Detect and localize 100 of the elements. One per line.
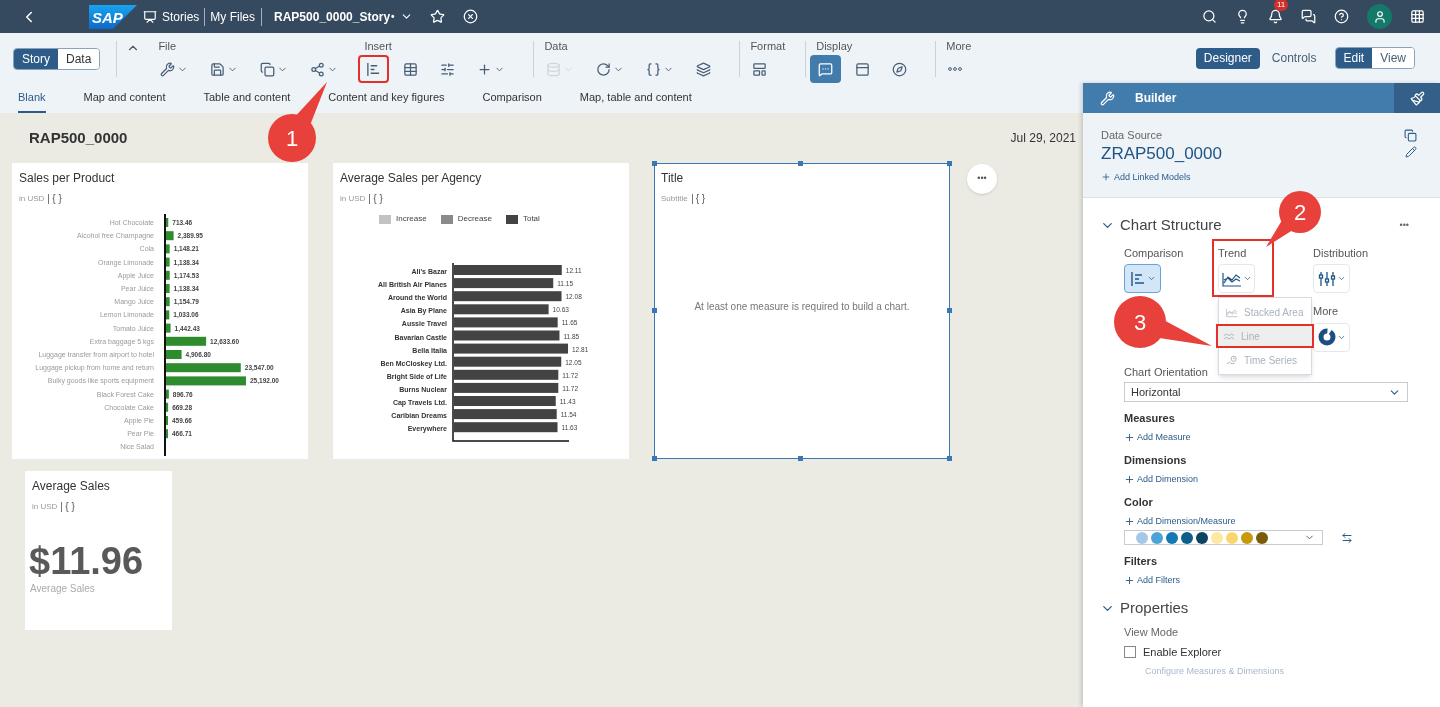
story-card[interactable]: Average Sales in USD { } $11.96 Average Sales — [25, 471, 172, 630]
notification-icon[interactable] — [1268, 9, 1283, 24]
legend-label: Total — [522, 213, 540, 225]
section-title: Chart Structure — [1120, 215, 1222, 235]
card-menu-button[interactable]: ••• — [967, 164, 997, 194]
add-link[interactable]: Add Measure — [1124, 430, 1191, 444]
section-heading: Measures — [1124, 411, 1175, 426]
segment-tab[interactable]: View — [1372, 48, 1414, 68]
checkbox[interactable] — [1124, 646, 1136, 659]
section-heading: Color — [1124, 495, 1153, 510]
group-label: Insert — [364, 40, 393, 53]
breadcrumb-link[interactable]: Stories — [162, 7, 206, 26]
area-chart-icon — [1226, 306, 1238, 318]
add-link[interactable]: Add Dimension/Measure — [1124, 514, 1236, 528]
bar — [166, 389, 169, 399]
plus-icon — [1101, 172, 1111, 183]
template-tab[interactable]: Map and content — [83, 83, 166, 113]
star-icon[interactable] — [429, 9, 445, 24]
bar — [166, 350, 182, 359]
story-card[interactable] — [333, 163, 629, 459]
category-label: Trend — [1218, 245, 1247, 261]
section-menu[interactable]: ••• — [1399, 218, 1409, 232]
orientation-select[interactable]: Horizontal — [1124, 382, 1408, 402]
apps-icon[interactable] — [1410, 9, 1425, 24]
resize-handle[interactable] — [798, 456, 803, 461]
story-title: RAP500_0000_Story — [274, 8, 391, 26]
resize-handle[interactable] — [652, 161, 657, 166]
legend-label: Decrease — [457, 213, 492, 225]
mode-tab[interactable]: Controls — [1263, 47, 1325, 69]
bar — [166, 284, 170, 293]
category-label: More — [1313, 304, 1339, 319]
segment-tab[interactable]: Edit — [1335, 48, 1373, 68]
caret-icon — [1146, 274, 1156, 283]
segment-tab[interactable]: Data — [58, 49, 100, 69]
search-icon[interactable] — [1202, 9, 1217, 24]
plus-icon — [1124, 431, 1135, 443]
resize-handle[interactable] — [947, 456, 952, 461]
field-label: Data Source — [1101, 128, 1163, 143]
legend-label: Increase — [396, 213, 427, 225]
toolbar-button[interactable] — [810, 55, 842, 83]
group-label: File — [158, 40, 178, 53]
bar — [166, 323, 171, 333]
group-label: Data — [544, 40, 569, 53]
styling-tab[interactable] — [1394, 83, 1440, 113]
avatar[interactable] — [1367, 4, 1392, 29]
lightbulb-icon[interactable] — [1235, 9, 1250, 24]
caret-icon — [1336, 274, 1346, 283]
area-chart-icon — [1221, 270, 1242, 287]
category-label: Comparison — [1124, 245, 1184, 261]
chart-type-button[interactable] — [1124, 264, 1161, 293]
variable-token: { } — [691, 194, 706, 204]
resize-handle[interactable] — [798, 161, 803, 166]
time-series-icon — [1226, 354, 1238, 366]
template-tab[interactable]: Content and key figures — [328, 83, 445, 113]
template-tab[interactable]: Comparison — [482, 83, 542, 113]
resize-handle[interactable] — [947, 161, 952, 166]
kpi-value: $11.96 — [29, 541, 145, 581]
breadcrumb-link[interactable]: My Files — [210, 7, 263, 26]
add-link[interactable]: Add Linked Models — [1101, 170, 1191, 184]
data-source-name: ZRAP500_0000 — [1101, 143, 1222, 164]
panel-title: Builder — [1135, 90, 1177, 107]
segment-tab[interactable]: Story — [14, 49, 58, 69]
section-title: Properties — [1120, 598, 1189, 618]
resize-handle[interactable] — [652, 456, 657, 461]
mode-tab[interactable]: Designer — [1195, 47, 1260, 69]
close-icon[interactable] — [462, 9, 478, 24]
plus-icon — [1124, 515, 1135, 527]
section-heading: Dimensions — [1124, 453, 1187, 468]
chat-icon[interactable] — [1301, 9, 1316, 24]
variable-token: { } — [369, 194, 383, 204]
add-link[interactable]: Add Dimension — [1124, 472, 1199, 486]
sap-logo[interactable]: SAP — [89, 4, 137, 29]
edit-icon[interactable] — [1405, 146, 1417, 158]
group-label: Format — [750, 40, 786, 53]
story-card[interactable] — [12, 163, 308, 459]
bar — [166, 402, 169, 412]
tools-icon — [1100, 90, 1115, 106]
card-subtitle: in USD — [32, 501, 58, 513]
help-icon[interactable] — [1334, 9, 1349, 24]
story-heading: RAP500_0000 — [29, 127, 128, 148]
paintbrush-icon — [1409, 90, 1425, 106]
group-label: Display — [816, 40, 854, 53]
swap-icon[interactable] — [1341, 531, 1353, 544]
plus-icon — [1124, 574, 1135, 586]
bar — [166, 297, 170, 307]
template-tab[interactable]: Map, table and content — [579, 83, 692, 113]
palette-select[interactable] — [1124, 530, 1323, 545]
template-tab[interactable]: Table and content — [203, 83, 291, 113]
story-date: Jul 29, 2021 — [1010, 130, 1076, 147]
add-link[interactable]: Add Filters — [1124, 573, 1180, 587]
card-subtitle: in USD — [340, 193, 366, 205]
stories-icon[interactable] — [143, 9, 157, 24]
donut-chart-icon — [1317, 328, 1336, 346]
variable-token: { } — [48, 194, 62, 204]
resize-handle[interactable] — [652, 308, 657, 313]
bar — [166, 257, 170, 267]
copy-icon[interactable] — [1404, 129, 1417, 142]
bar-chart-icon — [1129, 270, 1146, 287]
resize-handle[interactable] — [947, 308, 952, 313]
group-label: More — [946, 40, 972, 53]
